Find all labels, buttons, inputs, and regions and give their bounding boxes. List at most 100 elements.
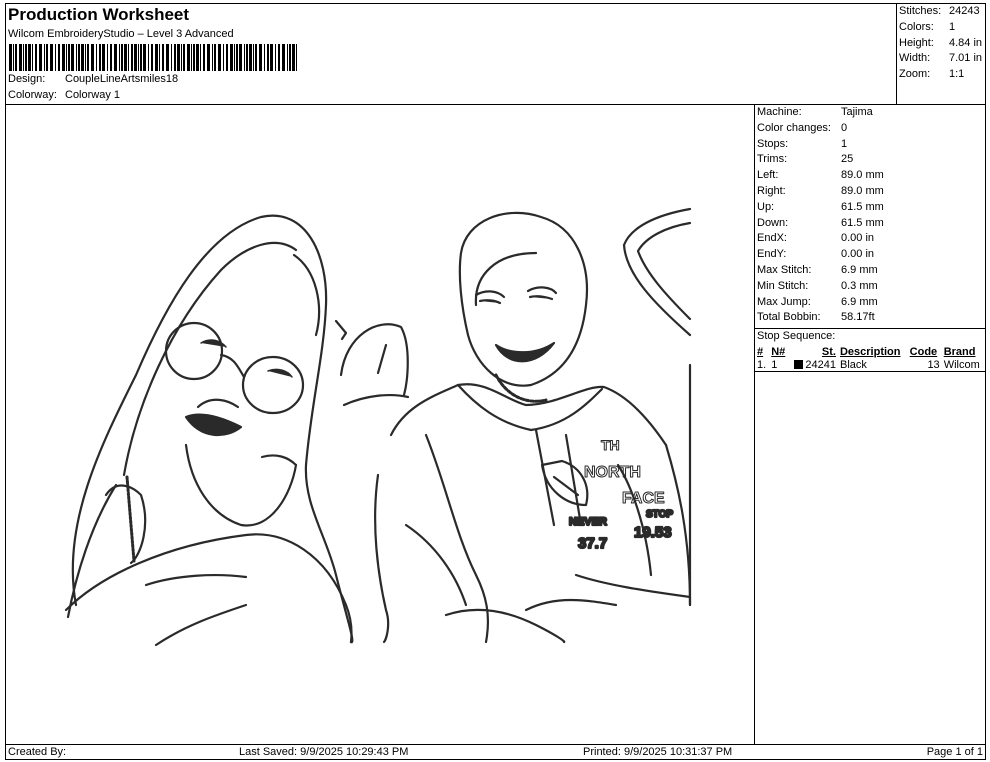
footer: Created By: Last Saved: 9/9/2025 10:29:4… bbox=[6, 745, 985, 760]
hoodie-lettering: 37.7 bbox=[578, 535, 607, 552]
page-title: Production Worksheet bbox=[8, 5, 190, 24]
info-label: Min Stitch: bbox=[757, 279, 809, 292]
design-label: Design: bbox=[8, 73, 46, 85]
info-label: Machine: bbox=[757, 106, 802, 118]
stat-label: Height: bbox=[899, 36, 934, 49]
column-header: Code bbox=[909, 345, 938, 358]
stat-value: 4.84 in bbox=[949, 36, 983, 49]
color-description: Black bbox=[839, 358, 867, 371]
hoodie-lettering: NEVER bbox=[569, 516, 607, 528]
column-header: # bbox=[757, 345, 764, 358]
info-value: 0 bbox=[841, 121, 848, 134]
color-code: 13 bbox=[927, 358, 940, 371]
machine-info-row: Down: 61.5 mm bbox=[755, 216, 985, 232]
machine-info-row: Stops: 1 bbox=[755, 137, 985, 153]
barcode bbox=[9, 44, 297, 71]
machine-info-row: EndX: 0.00 in bbox=[755, 231, 985, 247]
table-header-row: # N# St. Description Code Brand bbox=[755, 345, 985, 359]
worksheet: Production Worksheet Wilcom EmbroiderySt… bbox=[5, 3, 986, 760]
design-row: Design: CoupleLineArtsmiles18 bbox=[8, 73, 178, 85]
info-value: 0.00 in bbox=[841, 248, 875, 261]
info-value: 61.5 mm bbox=[841, 216, 884, 229]
machine-info-row: Up: 61.5 mm bbox=[755, 200, 985, 216]
info-value: 58.17ft bbox=[841, 311, 875, 324]
info-value: 89.0 mm bbox=[841, 169, 884, 182]
stitch-cell: 24241 bbox=[789, 359, 838, 372]
info-value: 25 bbox=[841, 153, 854, 166]
colorway-row: Colorway: Colorway 1 bbox=[8, 89, 120, 101]
info-label: EndY: bbox=[757, 248, 787, 261]
stat-label: Stitches: bbox=[899, 5, 942, 17]
machine-info-row: Color changes: 0 bbox=[755, 121, 985, 137]
printed-date: Printed: 9/9/2025 10:31:37 PM bbox=[583, 746, 733, 758]
info-value: 0.00 in bbox=[841, 232, 875, 245]
stop-sequence-table: # N# St. Description Code Brand 1. 1 242… bbox=[755, 345, 985, 372]
stat-label: Zoom: bbox=[899, 68, 931, 81]
info-label: Trims: bbox=[757, 153, 788, 166]
needle-number: 1 bbox=[771, 358, 778, 371]
info-label: EndX: bbox=[757, 232, 787, 245]
design-value: CoupleLineArtsmiles18 bbox=[65, 73, 179, 85]
hoodie-lettering: NORTH bbox=[584, 464, 641, 481]
info-value: 1 bbox=[841, 137, 848, 150]
stop-sequence: Stop Sequence: # N# St. Description Code… bbox=[755, 328, 985, 372]
software-subtitle: Wilcom EmbroideryStudio – Level 3 Advanc… bbox=[8, 28, 234, 40]
stat-value: 24243 bbox=[949, 5, 980, 17]
stat-label: Width: bbox=[899, 52, 931, 65]
machine-info-panel: Machine: Tajima Color changes: 0 Stops: 1 Trim… bbox=[754, 105, 985, 745]
info-label: Down: bbox=[757, 216, 789, 229]
last-saved: Last Saved: 9/9/2025 10:29:43 PM bbox=[239, 746, 409, 758]
stat-row: Zoom: 1:1 bbox=[897, 67, 986, 83]
column-header: St. bbox=[821, 345, 836, 358]
design-preview: TH NORTH FACE NEVER STOP 37.7 19.53 bbox=[6, 105, 754, 745]
machine-info-row: Right: 89.0 mm bbox=[755, 184, 985, 200]
info-value: Tajima bbox=[841, 106, 873, 118]
hoodie-lettering: STOP bbox=[646, 509, 673, 520]
machine-info-row: Left: 89.0 mm bbox=[755, 168, 985, 184]
info-label: Max Stitch: bbox=[757, 263, 812, 276]
stat-value: 7.01 in bbox=[949, 52, 983, 65]
hoodie-lettering: FACE bbox=[622, 490, 665, 507]
info-label: Left: bbox=[757, 169, 779, 182]
info-label: Right: bbox=[757, 184, 786, 197]
machine-info-row: Total Bobbin: 58.17ft bbox=[755, 310, 985, 326]
stat-value: 1 bbox=[949, 20, 956, 33]
stat-row: Stitches: 24243 bbox=[897, 4, 986, 20]
stat-row: Width: 7.01 in bbox=[897, 51, 986, 67]
stop-sequence-title: Stop Sequence: bbox=[757, 330, 836, 343]
info-label: Stops: bbox=[757, 137, 789, 150]
stitch-count: 24241 bbox=[805, 358, 836, 371]
page-number: Page 1 of 1 bbox=[926, 746, 983, 758]
info-value: 89.0 mm bbox=[841, 184, 884, 197]
thread-brand: Wilcom bbox=[943, 358, 980, 371]
info-label: Max Jump: bbox=[757, 295, 811, 308]
color-swatch bbox=[794, 359, 804, 369]
info-label: Color changes: bbox=[757, 121, 831, 134]
info-label: Up: bbox=[757, 200, 775, 213]
machine-info-row: Trims: 25 bbox=[755, 152, 985, 168]
machine-info-row: Min Stitch: 0.3 mm bbox=[755, 279, 985, 295]
info-label: Total Bobbin: bbox=[757, 311, 821, 324]
stat-label: Colors: bbox=[899, 20, 934, 33]
machine-info-row: Max Jump: 6.9 mm bbox=[755, 295, 985, 311]
info-value: 6.9 mm bbox=[841, 295, 878, 308]
embroidery-line-art: TH NORTH FACE NEVER STOP 37.7 19.53 bbox=[64, 207, 692, 647]
row-number: 1. bbox=[757, 358, 767, 371]
created-by: Created By: bbox=[8, 746, 67, 758]
hoodie-lettering: TH bbox=[601, 437, 620, 453]
column-header: N# bbox=[771, 345, 786, 358]
table-row: 1. 1 24241 Black 13 Wilcom bbox=[755, 359, 985, 372]
colorway-value: Colorway 1 bbox=[65, 89, 121, 101]
worksheet-header: Production Worksheet Wilcom EmbroiderySt… bbox=[6, 4, 896, 104]
colorway-label: Colorway: bbox=[8, 89, 57, 101]
stat-value: 1:1 bbox=[949, 68, 965, 81]
info-value: 61.5 mm bbox=[841, 200, 884, 213]
machine-info-row: Machine: Tajima bbox=[755, 105, 985, 121]
stat-row: Height: 4.84 in bbox=[897, 36, 986, 52]
info-value: 0.3 mm bbox=[841, 279, 878, 292]
machine-info-row: Max Stitch: 6.9 mm bbox=[755, 263, 985, 279]
column-header: Description bbox=[839, 345, 901, 358]
stat-row: Colors: 1 bbox=[897, 20, 986, 36]
hoodie-lettering: 19.53 bbox=[634, 524, 672, 541]
info-value: 6.9 mm bbox=[841, 263, 878, 276]
